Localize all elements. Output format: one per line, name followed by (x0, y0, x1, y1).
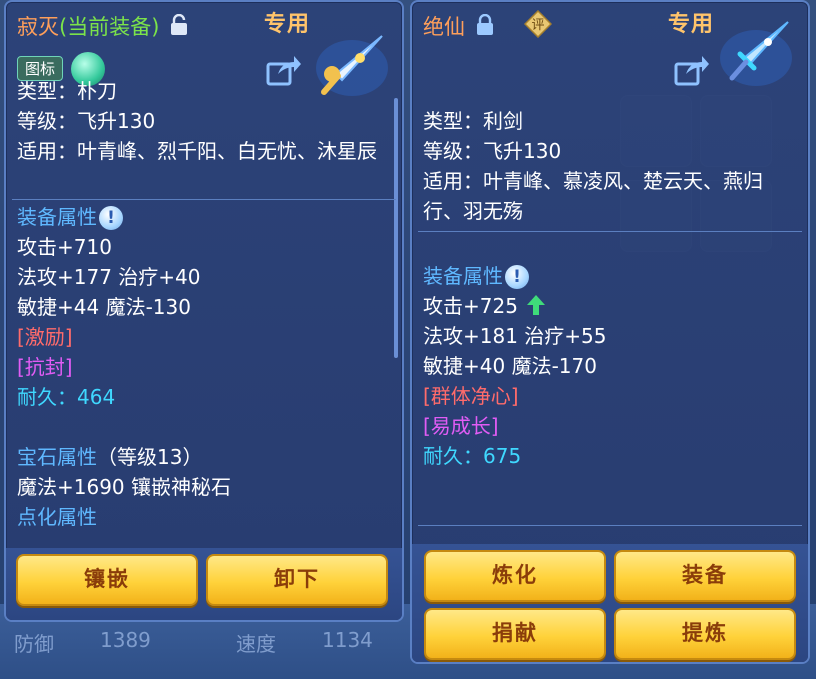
special-skill: [易成长] (423, 414, 499, 438)
lock-icon[interactable] (476, 14, 494, 36)
current-equip-label: (当前装备) (59, 15, 160, 39)
item-type: 类型：朴刀 (17, 79, 117, 103)
divider (418, 525, 802, 526)
scrollbar[interactable] (394, 98, 398, 358)
sword-icon (720, 21, 792, 86)
item-title: 绝仙 (423, 11, 494, 41)
special-effect: [激励] (17, 325, 73, 349)
item-type: 类型：利剑 (423, 109, 523, 133)
rate-badge-icon[interactable]: 评 (524, 10, 552, 38)
gem-stat: 魔法+1690 镶嵌神秘石 (17, 475, 232, 499)
special-effect: [群体净心] (423, 384, 519, 408)
divider (418, 231, 802, 232)
bg-stat-value: 1389 (100, 628, 151, 652)
attr-header: 装备属性 (17, 205, 97, 229)
durability: 耐久：675 (423, 444, 522, 468)
item-name: 绝仙 (423, 15, 465, 39)
item-level: 等级：飞升130 (423, 139, 562, 163)
equip-button[interactable]: 装备 (614, 550, 796, 602)
divider (12, 199, 396, 200)
stat-line: 敏捷+44 魔法-130 (17, 295, 191, 319)
action-bar: 镶嵌 卸下 (6, 548, 402, 620)
item-level: 等级：飞升130 (17, 109, 156, 133)
bg-stat-label: 防御 (14, 632, 54, 656)
inlay-button[interactable]: 镶嵌 (16, 554, 198, 606)
share-icon[interactable] (674, 54, 710, 86)
durability: 耐久：464 (17, 385, 116, 409)
attr-header: 装备属性 (423, 264, 503, 288)
unequip-button[interactable]: 卸下 (206, 554, 388, 606)
item-details: 类型：朴刀 等级：飞升130 适用：叶青峰、烈千阳、白无忧、沐星辰 装备属性! … (17, 76, 386, 532)
info-icon[interactable]: ! (99, 206, 123, 230)
extract-button[interactable]: 提炼 (614, 608, 796, 660)
gem-header: 宝石属性 (17, 445, 97, 469)
refine-button[interactable]: 炼化 (424, 550, 606, 602)
exclusive-tag: 专用 (264, 12, 311, 37)
rate-badge-label: 评 (531, 18, 544, 33)
bg-stat-value: 1134 (322, 628, 373, 652)
item-name: 寂灭 (17, 15, 59, 39)
donate-button[interactable]: 捐献 (424, 608, 606, 660)
item-title: 寂灭(当前装备) (17, 11, 188, 41)
special-skill: [抗封] (17, 355, 73, 379)
stat-line: 敏捷+40 魔法-170 (423, 354, 597, 378)
item-details: 类型：利剑 等级：飞升130 适用：叶青峰、慕凌风、楚云天、燕归行、羽无殇 装备… (423, 106, 792, 471)
item-applicable: 适用：叶青峰、烈千阳、白无忧、沐星辰 (17, 139, 377, 163)
stat-line: 攻击+725 (423, 294, 518, 318)
action-bar: 炼化 装备 捐献 提炼 (412, 544, 808, 662)
unlock-icon[interactable] (170, 14, 188, 36)
refine-header: 点化属性 (17, 505, 97, 529)
info-icon[interactable]: ! (505, 265, 529, 289)
current-equipment-panel: 寂灭(当前装备) 专用 图标 类型：朴刀 等级：飞升130 适用：叶青峰、烈千阳… (4, 0, 404, 622)
stat-line: 攻击+710 (17, 235, 112, 259)
gem-level: （等级13） (97, 445, 203, 469)
up-arrow-icon (527, 295, 546, 315)
stat-line: 法攻+181 治疗+55 (423, 324, 607, 348)
item-applicable: 适用：叶青峰、慕凌风、楚云天、燕归行、羽无殇 (423, 169, 763, 223)
compare-equipment-panel: 绝仙 评 专用 类型：利剑 等级：飞升130 适用：叶青峰、慕凌风、楚云天、燕归… (410, 0, 810, 664)
stat-line: 法攻+177 治疗+40 (17, 265, 201, 289)
exclusive-tag: 专用 (668, 12, 715, 37)
bg-stat-label: 速度 (236, 632, 276, 656)
